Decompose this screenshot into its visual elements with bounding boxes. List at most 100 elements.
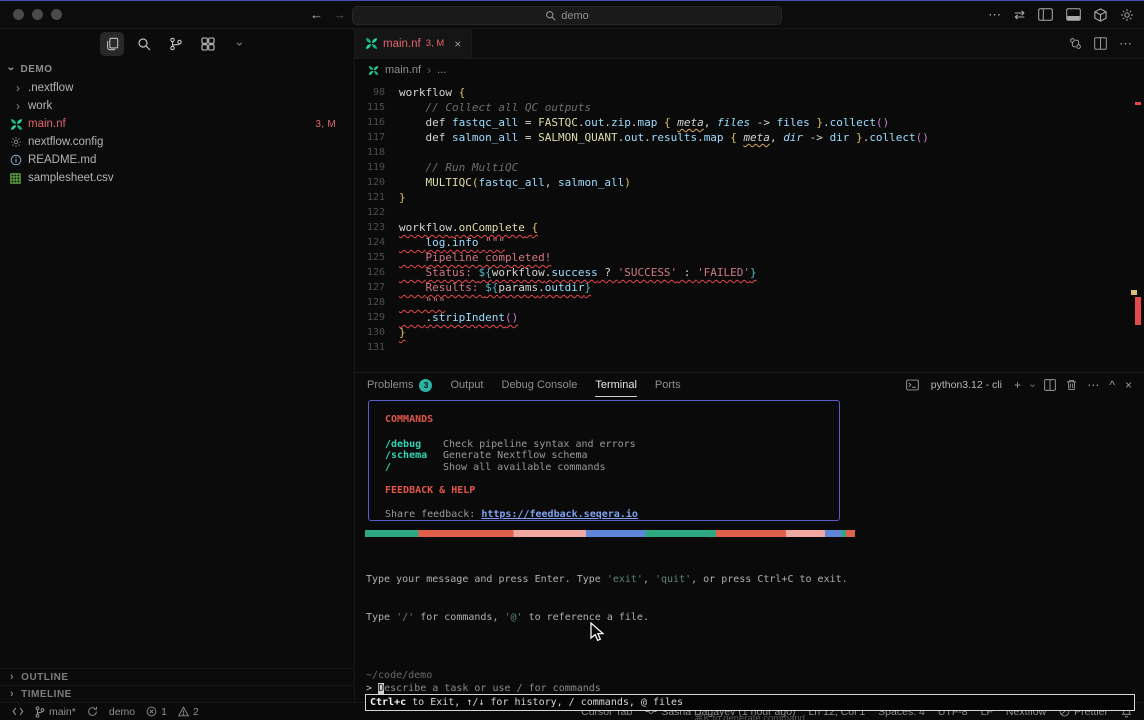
timeline-section[interactable]: › TIMELINE (0, 685, 354, 702)
code-line: 127 Results: ${params.outdir} (355, 280, 1144, 295)
explorer-section-header[interactable]: › DEMO (0, 59, 354, 79)
status-main[interactable]: main* (35, 706, 76, 718)
panel-more-icon[interactable]: ⋯ (1087, 379, 1099, 391)
line-content: } (385, 325, 406, 340)
toggle-sidebar-icon[interactable] (1038, 8, 1053, 21)
overview-ruler-error-mark (1135, 297, 1141, 325)
tab-problems-badge: 3, M (426, 38, 444, 49)
split-terminal-icon[interactable] (1044, 379, 1056, 391)
extensions-icon[interactable] (196, 32, 220, 56)
status-demo[interactable]: demo (109, 706, 135, 718)
breadcrumb-symbol[interactable]: ... (437, 64, 446, 76)
titlebar-actions: ⋯ ⇄ (988, 8, 1134, 22)
more-actions-icon[interactable]: ⋯ (1119, 37, 1132, 50)
command-description: Check pipeline syntax and errors (443, 439, 636, 451)
line-content (385, 340, 399, 355)
command-row: /schemaGenerate Nextflow schema (385, 450, 839, 462)
line-number: 124 (355, 235, 385, 250)
split-editor-icon[interactable] (1094, 37, 1107, 50)
code-line: 98workflow { (355, 85, 1144, 100)
nav-back-icon[interactable]: ← (310, 8, 323, 21)
zoom-window-button[interactable] (51, 9, 62, 20)
panel-tab-problems[interactable]: Problems3 (367, 373, 432, 397)
line-number: 131 (355, 340, 385, 355)
explorer-files-icon[interactable] (100, 32, 124, 56)
tab-close-icon[interactable]: × (454, 37, 461, 51)
breadcrumb[interactable]: main.nf › ... (355, 59, 1144, 81)
more-actions-icon[interactable]: ⋯ (988, 8, 1001, 21)
toggle-panel-icon[interactable] (1066, 8, 1081, 21)
views-chevron-down-icon[interactable]: › (228, 32, 252, 56)
cube-icon[interactable] (1094, 8, 1107, 22)
new-terminal-icon[interactable]: + (1014, 379, 1021, 391)
close-window-button[interactable] (13, 9, 24, 20)
bottom-panel: Problems3 Output Debug Console Terminal Port… (355, 372, 1144, 702)
timeline-label: TIMELINE (21, 689, 72, 700)
agent-input-line[interactable]: > Describe a task or use / for commands (366, 683, 1144, 694)
search-value: demo (561, 10, 589, 22)
status-remote[interactable] (12, 707, 24, 716)
tree-item-main-nf[interactable]: main.nf3, M (0, 115, 354, 133)
tree-item-nextflow-config[interactable]: nextflow.config (0, 133, 354, 151)
code-line: 122 (355, 205, 1144, 220)
line-number: 116 (355, 115, 385, 130)
command-center-search[interactable]: demo (352, 6, 782, 25)
folder-chevron-icon: › (10, 99, 20, 113)
problems-count-badge: 3 (419, 379, 432, 392)
tree-item--nextflow[interactable]: ›.nextflow (0, 79, 354, 97)
close-panel-icon[interactable]: × (1125, 379, 1132, 391)
file-name: nextflow.config (28, 136, 336, 148)
panel-tab-output[interactable]: Output (450, 373, 483, 397)
maximize-panel-icon[interactable]: ^ (1109, 379, 1115, 391)
nav-forward-icon[interactable]: → (333, 8, 346, 21)
panel-tab-debug-console[interactable]: Debug Console (502, 373, 578, 397)
hint-rest: to Exit, ↑/↓ for history, / commands, @ … (406, 697, 683, 708)
terminal-help-text: Type your message and press Enter. Type … (366, 549, 1144, 649)
chevron-right-icon: › (10, 671, 14, 683)
terminal-instance-label[interactable]: python3.12 - cli (931, 379, 1002, 391)
search-sidebar-icon[interactable] (132, 32, 156, 56)
source-control-graph-icon[interactable] (1069, 37, 1082, 50)
file-name: README.md (28, 154, 336, 166)
status-2[interactable]: 2 (178, 706, 199, 718)
line-number: 115 (355, 100, 385, 115)
terminal-view[interactable]: COMMANDS /debugCheck pipeline syntax and… (355, 397, 1144, 702)
source-control-icon[interactable] (164, 32, 188, 56)
tree-item-work[interactable]: ›work (0, 97, 354, 115)
feedback-link[interactable]: https://feedback.seqera.io (481, 509, 638, 520)
terminal-dropdown-icon[interactable]: › (1027, 383, 1038, 386)
rainbow-divider (365, 530, 855, 537)
feedback-row: Share feedback: https://feedback.seqera.… (385, 509, 839, 521)
editor-window: ← → demo ⋯ ⇄ (0, 0, 1144, 720)
tree-item-samplesheet-csv[interactable]: samplesheet.csv (0, 169, 354, 187)
breadcrumb-file[interactable]: main.nf (385, 64, 421, 76)
minimize-window-button[interactable] (32, 9, 43, 20)
panel-tab-terminal[interactable]: Terminal (595, 373, 637, 397)
tab-title: main.nf (383, 38, 421, 50)
panel-tab-ports[interactable]: Ports (655, 373, 681, 397)
panel-tab-label: Ports (655, 379, 681, 391)
window-controls[interactable] (13, 9, 62, 20)
tree-item-readme-md[interactable]: README.md (0, 151, 354, 169)
command-row: /Show all available commands (385, 462, 839, 474)
tab-bar-actions: ⋯ (1069, 29, 1144, 58)
kill-terminal-trash-icon[interactable] (1066, 379, 1077, 391)
overview-ruler-warning-mark (1131, 290, 1137, 295)
code-line: 117 def salmon_all = SALMON_QUANT.out.re… (355, 130, 1144, 145)
code-lines: 98workflow {115 // Collect all QC output… (355, 85, 1144, 355)
section-chevron-icon: › (4, 67, 18, 72)
status-sync[interactable] (87, 706, 98, 717)
code-line: 131 (355, 340, 1144, 355)
command-description: Show all available commands (443, 462, 606, 474)
folder-chevron-icon: › (10, 81, 20, 95)
settings-gear-icon[interactable] (1120, 8, 1134, 22)
file-icon-slot (10, 154, 28, 166)
sync-arrows-icon[interactable]: ⇄ (1014, 8, 1025, 21)
status-1[interactable]: 1 (146, 706, 167, 718)
input-placeholder: escribe a task or use / for commands (384, 683, 601, 694)
code-editor[interactable]: 98workflow {115 // Collect all QC output… (355, 81, 1144, 372)
help-line-2: Type '/' for commands, '@' to reference … (366, 612, 1144, 625)
tab-main-nf[interactable]: main.nf 3, M × (355, 29, 472, 58)
line-number: 129 (355, 310, 385, 325)
outline-section[interactable]: › OUTLINE (0, 668, 354, 685)
